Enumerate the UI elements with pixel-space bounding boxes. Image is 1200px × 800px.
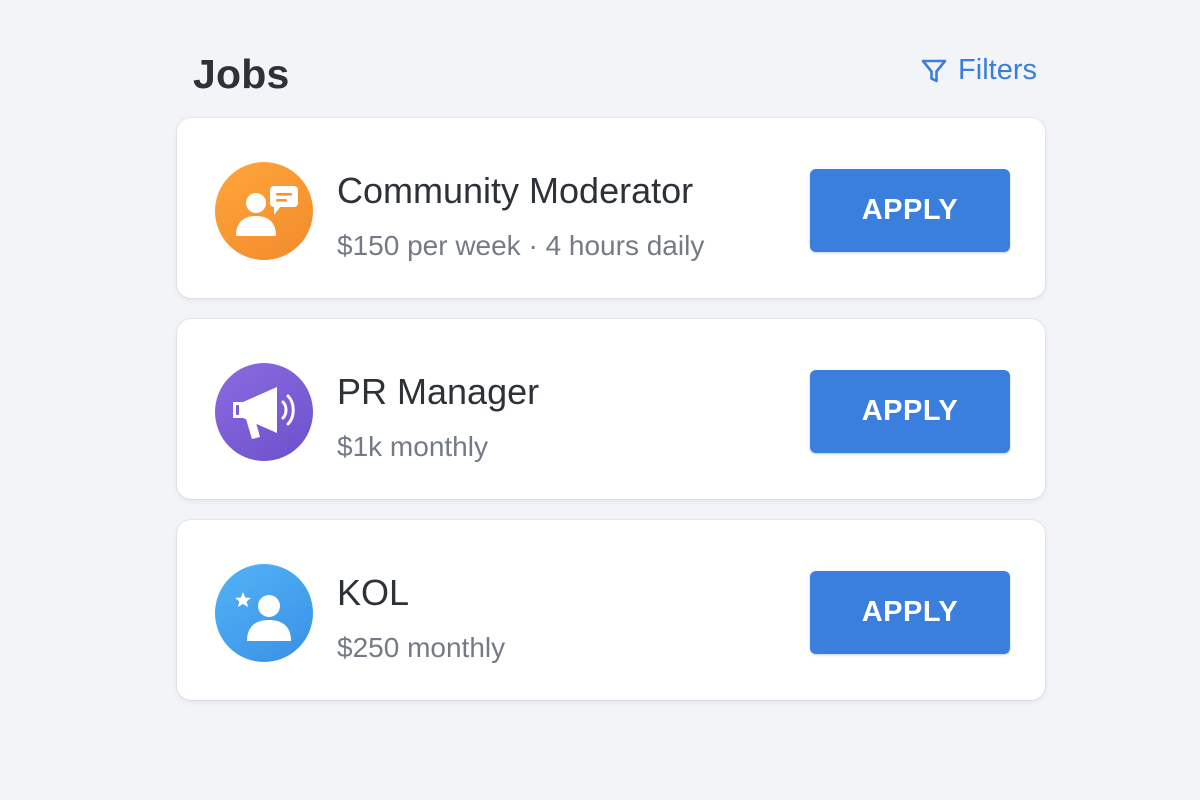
job-title: KOL bbox=[337, 572, 410, 613]
megaphone-icon bbox=[215, 363, 313, 461]
page-title: Jobs bbox=[193, 51, 290, 97]
job-compensation: $250 monthly bbox=[337, 632, 506, 663]
job-title: PR Manager bbox=[337, 371, 540, 412]
apply-button[interactable]: APPLY bbox=[810, 169, 1010, 252]
job-title: Community Moderator bbox=[337, 170, 694, 211]
filters-label: Filters bbox=[958, 54, 1037, 86]
job-compensation: $1k monthly bbox=[337, 431, 488, 462]
jobs-page: Jobs Filters Community Moderator $150 pe… bbox=[177, 40, 1045, 721]
filters-button[interactable]: Filters bbox=[919, 54, 1037, 87]
jobs-header: Jobs Filters bbox=[177, 40, 1045, 118]
job-card-community-moderator: Community Moderator $150 per week · 4 ho… bbox=[177, 118, 1045, 298]
job-compensation: $150 per week · 4 hours daily bbox=[337, 230, 705, 261]
apply-button[interactable]: APPLY bbox=[810, 370, 1010, 453]
filter-icon bbox=[921, 59, 947, 82]
job-card-pr-manager: PR Manager $1k monthly APPLY bbox=[177, 319, 1045, 499]
job-card-kol: KOL $250 monthly APPLY bbox=[177, 520, 1045, 700]
community-moderator-icon bbox=[215, 162, 313, 260]
apply-button[interactable]: APPLY bbox=[810, 571, 1010, 654]
influencer-icon bbox=[215, 564, 313, 662]
